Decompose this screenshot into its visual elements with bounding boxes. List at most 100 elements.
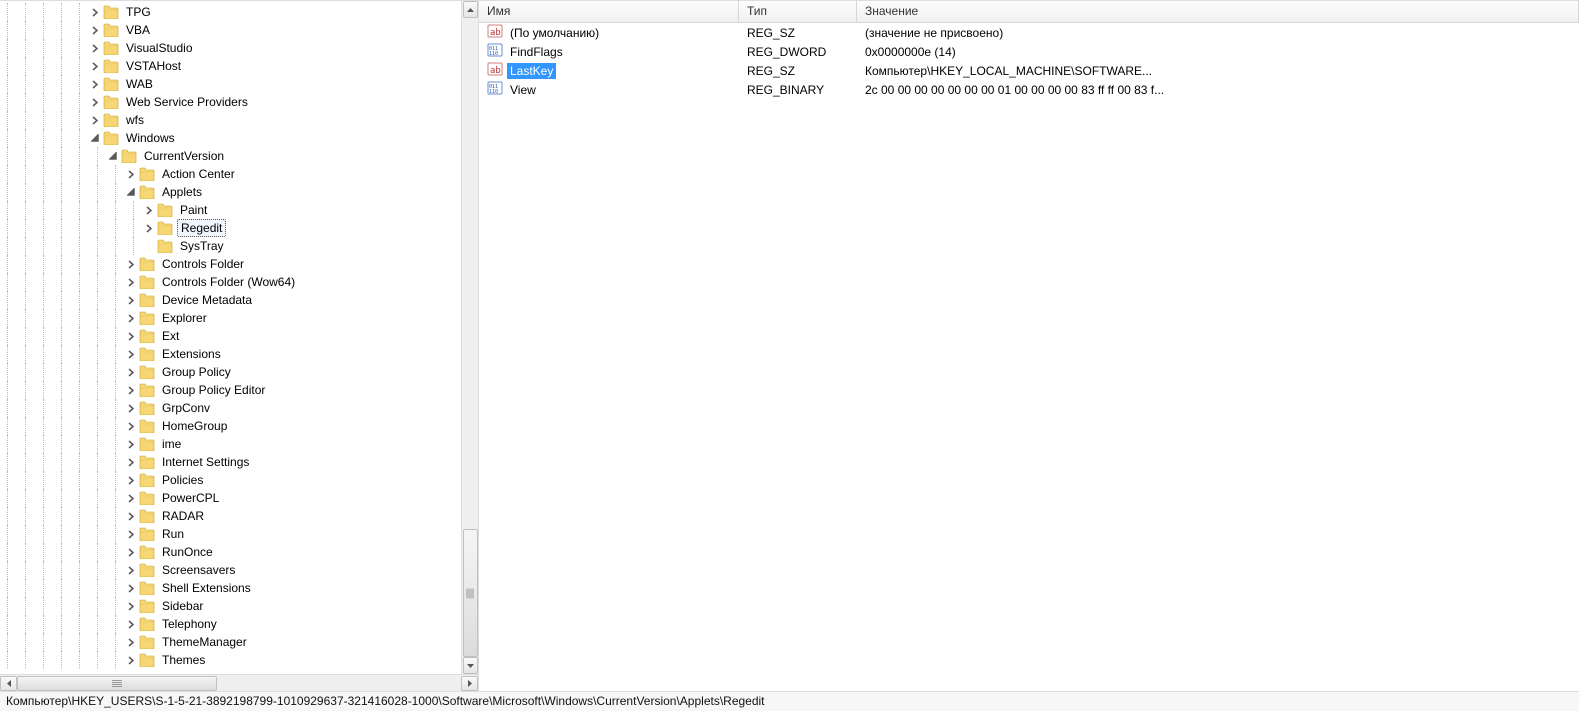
expand-toggle-icon[interactable] — [126, 547, 137, 558]
scroll-thumb[interactable] — [17, 676, 217, 691]
horizontal-scrollbar[interactable] — [0, 674, 478, 691]
scroll-track[interactable] — [463, 18, 478, 657]
column-header-name[interactable]: Имя — [479, 1, 739, 22]
value-row[interactable]: 011110FindFlagsREG_DWORD0x0000000e (14) — [479, 42, 1579, 61]
tree-item[interactable]: Group Policy Editor — [0, 381, 478, 399]
expand-toggle-icon[interactable] — [126, 637, 137, 648]
tree-item-label[interactable]: ime — [159, 436, 184, 452]
expand-toggle-icon[interactable] — [126, 295, 137, 306]
tree-item-label[interactable]: PowerCPL — [159, 490, 222, 506]
expand-toggle-icon[interactable] — [108, 151, 119, 162]
expand-toggle-icon[interactable] — [126, 367, 137, 378]
tree-item[interactable]: TPG — [0, 3, 478, 21]
expand-toggle-icon[interactable] — [126, 601, 137, 612]
tree-item[interactable]: Policies — [0, 471, 478, 489]
tree-item[interactable]: ime — [0, 435, 478, 453]
tree-item[interactable]: Paint — [0, 201, 478, 219]
tree-item[interactable]: RADAR — [0, 507, 478, 525]
tree-item[interactable]: PowerCPL — [0, 489, 478, 507]
expand-toggle-icon[interactable] — [126, 529, 137, 540]
scroll-down-button[interactable] — [463, 657, 478, 674]
tree-item[interactable]: Shell Extensions — [0, 579, 478, 597]
tree-item[interactable]: GrpConv — [0, 399, 478, 417]
expand-toggle-icon[interactable] — [90, 133, 101, 144]
tree-item-label[interactable]: Applets — [159, 184, 205, 200]
tree-item-label[interactable]: Action Center — [159, 166, 238, 182]
expand-toggle-icon[interactable] — [126, 331, 137, 342]
tree-item[interactable]: Action Center — [0, 165, 478, 183]
expand-toggle-icon[interactable] — [144, 223, 155, 234]
tree-item[interactable]: Controls Folder — [0, 255, 478, 273]
column-header-value[interactable]: Значение — [857, 1, 1579, 22]
value-row[interactable]: 011110ViewREG_BINARY2c 00 00 00 00 00 00… — [479, 80, 1579, 99]
tree-item[interactable]: Controls Folder (Wow64) — [0, 273, 478, 291]
tree-item-label[interactable]: RunOnce — [159, 544, 216, 560]
tree-item-label[interactable]: Extensions — [159, 346, 224, 362]
tree-item[interactable]: Internet Settings — [0, 453, 478, 471]
tree-item-label[interactable]: HomeGroup — [159, 418, 230, 434]
tree-item-label[interactable]: WAB — [123, 76, 156, 92]
tree-item-label[interactable]: VSTAHost — [123, 58, 184, 74]
tree-item[interactable]: Extensions — [0, 345, 478, 363]
tree-item-label[interactable]: Group Policy — [159, 364, 234, 380]
tree-item-label[interactable]: Internet Settings — [159, 454, 252, 470]
tree-item-label[interactable]: VisualStudio — [123, 40, 196, 56]
expand-toggle-icon[interactable] — [126, 619, 137, 630]
tree-item[interactable]: VBA — [0, 21, 478, 39]
tree-item-label[interactable]: RADAR — [159, 508, 207, 524]
tree-item[interactable]: Windows — [0, 129, 478, 147]
tree-item-label[interactable]: wfs — [123, 112, 147, 128]
expand-toggle-icon[interactable] — [126, 439, 137, 450]
tree-item[interactable]: Web Service Providers — [0, 93, 478, 111]
tree-item-label[interactable]: Shell Extensions — [159, 580, 254, 596]
scroll-up-button[interactable] — [463, 1, 478, 18]
tree-item[interactable]: Ext — [0, 327, 478, 345]
tree-item-label[interactable]: Policies — [159, 472, 206, 488]
tree-item[interactable]: Applets — [0, 183, 478, 201]
tree-item[interactable]: wfs — [0, 111, 478, 129]
value-row[interactable]: ab(По умолчанию)REG_SZ(значение не присв… — [479, 23, 1579, 42]
value-row[interactable]: abLastKeyREG_SZКомпьютер\HKEY_LOCAL_MACH… — [479, 61, 1579, 80]
expand-toggle-icon[interactable] — [126, 475, 137, 486]
tree-item[interactable]: WAB — [0, 75, 478, 93]
expand-toggle-icon[interactable] — [90, 61, 101, 72]
tree-item[interactable]: VSTAHost — [0, 57, 478, 75]
tree-item-label[interactable]: Windows — [123, 130, 178, 146]
expand-toggle-icon[interactable] — [126, 403, 137, 414]
tree-item-label[interactable]: Telephony — [159, 616, 220, 632]
tree-item-label[interactable]: VBA — [123, 22, 153, 38]
tree-item-label[interactable]: Ext — [159, 328, 182, 344]
tree-item[interactable]: RunOnce — [0, 543, 478, 561]
scroll-track[interactable] — [17, 676, 461, 691]
tree-item-label[interactable]: Regedit — [177, 219, 226, 237]
tree-item[interactable]: SysTray — [0, 237, 478, 255]
tree-item[interactable]: ThemeManager — [0, 633, 478, 651]
tree-item-label[interactable]: GrpConv — [159, 400, 213, 416]
tree-item-label[interactable]: ThemeManager — [159, 634, 250, 650]
expand-toggle-icon[interactable] — [90, 97, 101, 108]
tree-item[interactable]: Telephony — [0, 615, 478, 633]
expand-toggle-icon[interactable] — [126, 583, 137, 594]
expand-toggle-icon[interactable] — [126, 655, 137, 666]
tree-item[interactable]: Group Policy — [0, 363, 478, 381]
tree-item[interactable]: Device Metadata — [0, 291, 478, 309]
tree-item-label[interactable]: CurrentVersion — [141, 148, 227, 164]
expand-toggle-icon[interactable] — [126, 349, 137, 360]
column-header-type[interactable]: Тип — [739, 1, 857, 22]
vertical-scrollbar[interactable] — [461, 1, 478, 674]
tree-item-label[interactable]: Group Policy Editor — [159, 382, 268, 398]
tree-item[interactable]: Run — [0, 525, 478, 543]
tree-item-label[interactable]: Controls Folder — [159, 256, 247, 272]
tree-item-label[interactable]: Themes — [159, 652, 208, 668]
tree-item-label[interactable]: Paint — [177, 202, 210, 218]
tree-item-label[interactable]: Screensavers — [159, 562, 238, 578]
tree-item[interactable]: Explorer — [0, 309, 478, 327]
scroll-right-button[interactable] — [461, 676, 478, 691]
tree-item-label[interactable]: Web Service Providers — [123, 94, 251, 110]
tree-item-label[interactable]: Run — [159, 526, 187, 542]
expand-toggle-icon[interactable] — [90, 7, 101, 18]
expand-toggle-icon[interactable] — [126, 187, 137, 198]
expand-toggle-icon[interactable] — [126, 385, 137, 396]
expand-toggle-icon[interactable] — [126, 511, 137, 522]
expand-toggle-icon[interactable] — [126, 457, 137, 468]
